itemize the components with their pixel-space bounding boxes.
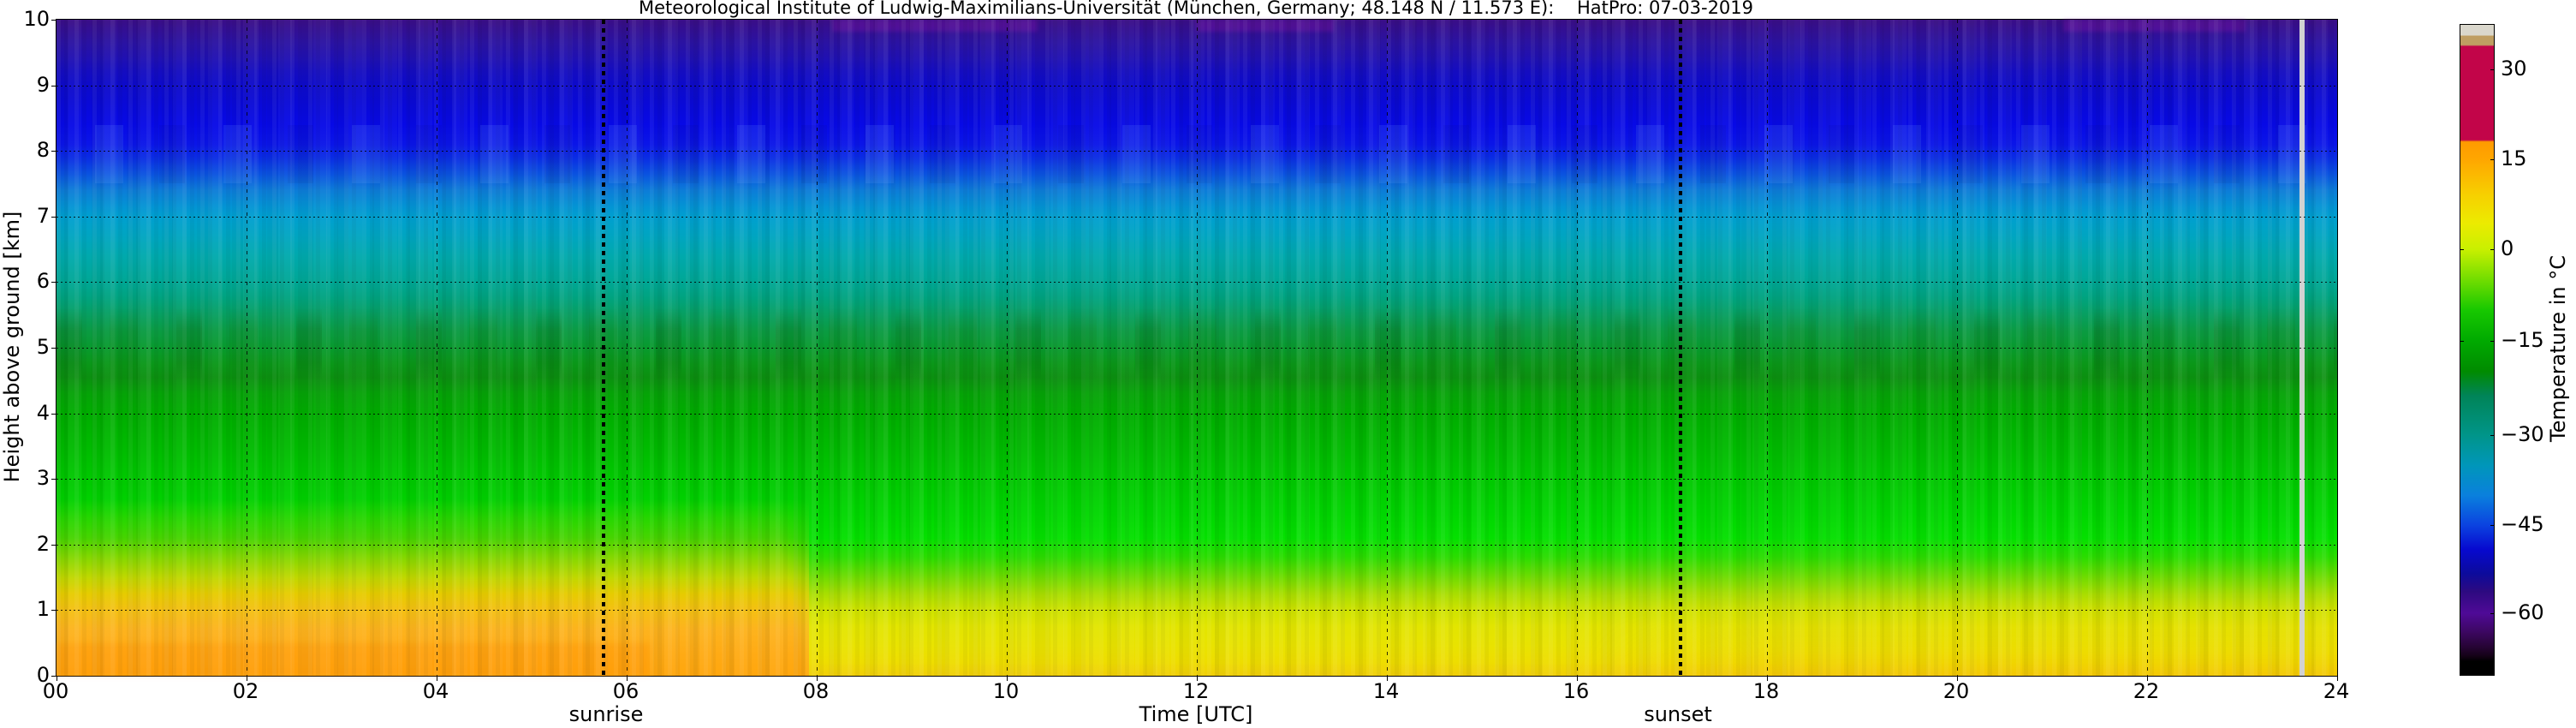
colorbar-tick-mark: [2490, 525, 2494, 526]
colorbar-tick-label: −15: [2501, 329, 2544, 351]
x-tick-label: 10: [993, 680, 1020, 702]
sunrise-line: [602, 20, 605, 676]
colorbar-tick-label: −45: [2501, 513, 2544, 535]
gridline-v-22: [2147, 20, 2148, 676]
x-tick-label: 08: [803, 680, 830, 702]
colorbar: [2460, 24, 2495, 676]
y-tick-label: 7: [0, 205, 50, 227]
y-tick-label: 1: [0, 598, 50, 620]
colorbar-tick-label: 15: [2501, 147, 2527, 170]
x-tick-label: 24: [2323, 680, 2350, 702]
x-tick-label: 02: [233, 680, 259, 702]
y-tick-mark: [51, 151, 56, 152]
meteogram-page: Meteorological Institute of Ludwig-Maxim…: [0, 0, 2576, 728]
y-tick-mark: [51, 217, 56, 218]
gridline-v-10: [1007, 20, 1008, 676]
colorbar-tick-mark: [2490, 341, 2494, 342]
y-tick-label: 2: [0, 533, 50, 555]
y-tick-mark: [51, 282, 56, 283]
x-tick-label: 16: [1563, 680, 1590, 702]
sunset-label: sunset: [1644, 702, 1712, 726]
x-tick-label: 14: [1373, 680, 1400, 702]
x-tick-label: 04: [423, 680, 449, 702]
y-tick-label: 4: [0, 402, 50, 424]
x-tick-label: 00: [43, 680, 69, 702]
y-tick-label: 10: [0, 8, 50, 30]
y-tick-mark: [51, 545, 56, 546]
gridline-v-20: [1957, 20, 1958, 676]
colorbar-tick-label: 30: [2501, 57, 2527, 80]
y-tick-mark: [51, 86, 56, 87]
colorbar-tick-mark: [2490, 159, 2494, 160]
gridline-v-14: [1387, 20, 1388, 676]
gridline-v-18: [1767, 20, 1768, 676]
chart-title: Meteorological Institute of Ludwig-Maxim…: [56, 0, 2336, 19]
colorbar-tick-mark: [2460, 341, 2464, 342]
gridline-v-08: [817, 20, 818, 676]
sunrise-label: sunrise: [569, 702, 644, 726]
colorbar-title: Temperature in °C: [2546, 255, 2570, 442]
gridline-v-06: [627, 20, 628, 676]
x-tick-labels: 00 02 04 06 08 10 12 14 16 18 20 22 24: [56, 680, 2336, 704]
colorbar-tick-mark: [2490, 613, 2494, 614]
y-tick-mark: [51, 610, 56, 611]
gridline-v-16: [1577, 20, 1578, 676]
colorbar-tick-mark: [2490, 435, 2494, 436]
y-tick-label: 3: [0, 467, 50, 489]
sunset-line: [1679, 20, 1682, 676]
y-tick-mark: [51, 20, 56, 21]
y-tick-mark: [51, 479, 56, 480]
y-tick-label: 5: [0, 336, 50, 358]
x-tick-label: 22: [2133, 680, 2160, 702]
y-tick-label: 9: [0, 74, 50, 96]
x-axis-title: Time [UTC]: [1139, 702, 1253, 726]
x-tick-label: 20: [1943, 680, 1970, 702]
y-tick-labels: 10 9 8 7 6 5 4 3 2 1 0: [0, 19, 50, 675]
plot-area: [56, 19, 2338, 677]
y-tick-mark: [51, 676, 56, 677]
y-tick-label: 6: [0, 270, 50, 292]
colorbar-tick-label: −60: [2501, 601, 2544, 624]
colorbar-tick-label: 0: [2501, 237, 2514, 260]
x-tick-label: 06: [613, 680, 640, 702]
colorbar-tick-label: −30: [2501, 423, 2544, 445]
y-tick-label: 8: [0, 139, 50, 161]
x-tick-label: 18: [1753, 680, 1780, 702]
y-tick-mark: [51, 414, 56, 415]
colorbar-tick-mark: [2490, 249, 2494, 250]
y-tick-mark: [51, 348, 56, 349]
colorbar-tick-mark: [2460, 249, 2464, 250]
x-tick-label: 12: [1183, 680, 1210, 702]
colorbar-tick-mark: [2490, 69, 2494, 70]
gridline-v-12: [1197, 20, 1198, 676]
